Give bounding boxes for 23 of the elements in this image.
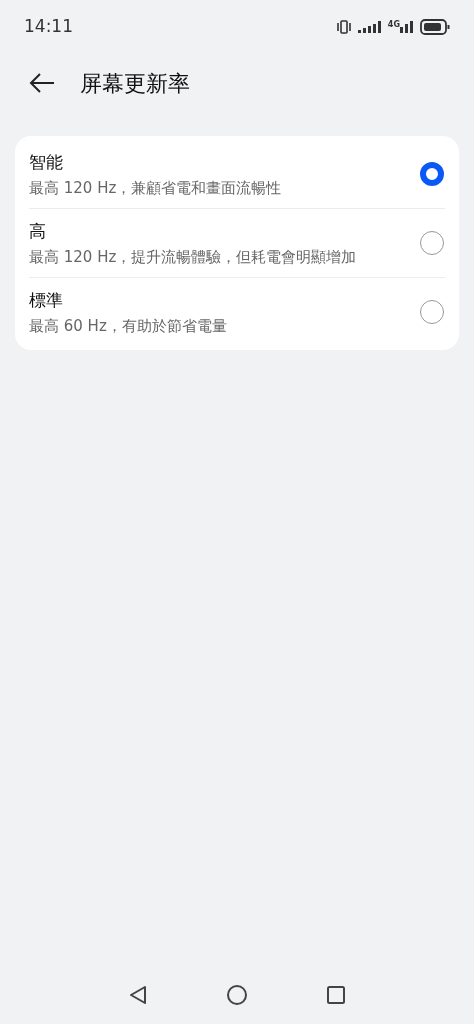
option-description: 最高 120 Hz，兼顧省電和畫面流暢性 xyxy=(29,178,283,199)
home-nav-icon[interactable] xyxy=(226,984,248,1006)
back-icon xyxy=(29,73,55,93)
option-row[interactable]: 高 最高 120 Hz，提升流暢體驗，但耗電會明顯增加 xyxy=(29,208,445,277)
recents-nav-icon[interactable] xyxy=(326,985,346,1005)
option-row[interactable]: 智能 最高 120 Hz，兼顧省電和畫面流暢性 xyxy=(29,140,445,208)
network-type: 4G xyxy=(387,21,400,29)
option-description: 最高 60 Hz，有助於節省電量 xyxy=(29,316,228,337)
option-row[interactable]: 標準 最高 60 Hz，有助於節省電量 xyxy=(29,277,445,346)
option-label: 標準 xyxy=(29,289,64,312)
radio-button[interactable] xyxy=(420,162,444,186)
battery-icon xyxy=(420,19,450,35)
signal-icon xyxy=(400,21,414,33)
signal-icon xyxy=(357,21,382,33)
radio-button[interactable] xyxy=(420,231,444,255)
back-nav-icon[interactable] xyxy=(128,985,148,1005)
option-label: 智能 xyxy=(29,151,64,174)
radio-button[interactable] xyxy=(420,300,444,324)
option-description: 最高 120 Hz，提升流暢體驗，但耗電會明顯增加 xyxy=(29,247,358,268)
vibrate-icon xyxy=(335,20,352,34)
option-label: 高 xyxy=(29,220,47,243)
status-time: 14:11 xyxy=(24,15,73,39)
page-title: 屏幕更新率 xyxy=(80,69,190,98)
